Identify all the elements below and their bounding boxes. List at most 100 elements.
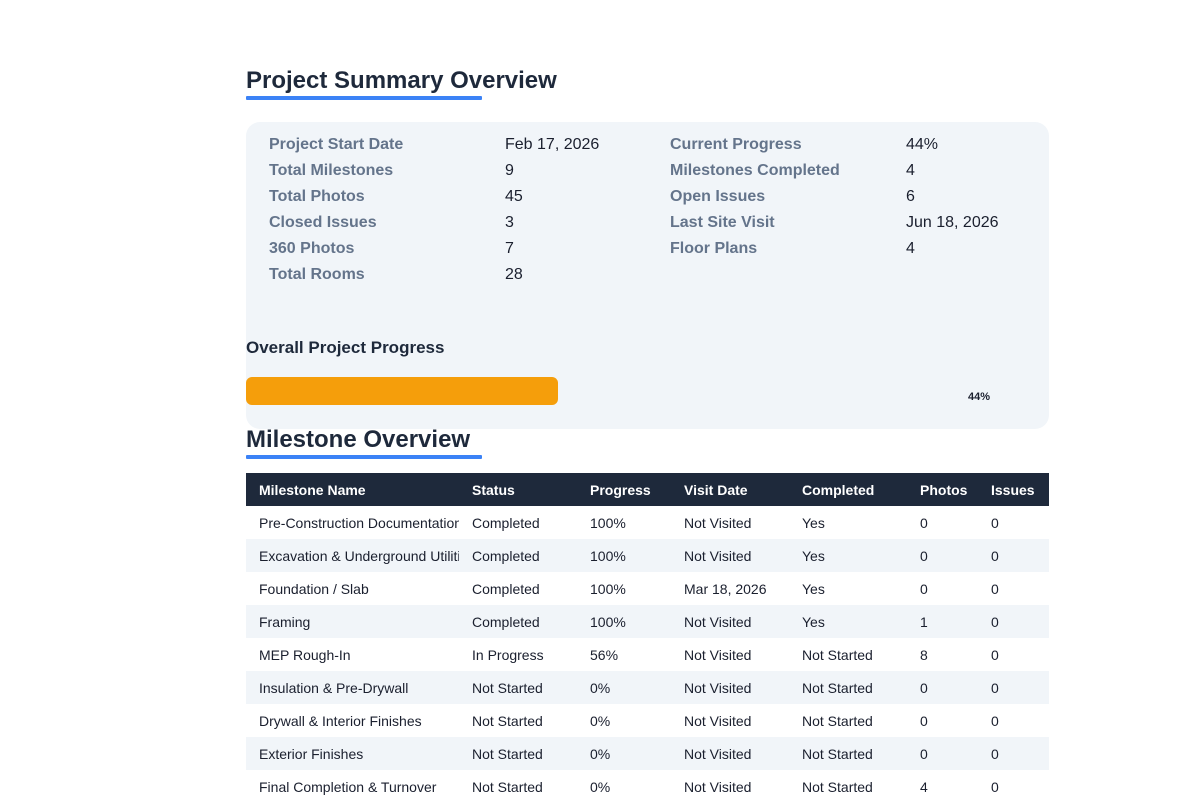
cell-completed: Not Started <box>802 646 873 663</box>
column-header-milestone-name: Milestone Name <box>246 473 459 506</box>
column-header-progress: Progress <box>577 473 671 506</box>
cell-status: Completed <box>472 514 540 531</box>
cell-visit-date: Not Visited <box>671 605 789 638</box>
cell-status: In Progress <box>472 646 544 663</box>
cell-progress: 100% <box>590 580 626 597</box>
summary-value: 3 <box>505 214 514 231</box>
summary-title-underline <box>246 96 482 100</box>
cell-issues: 0 <box>978 539 1049 572</box>
table-row: Pre-Construction Documentation Completed 1… <box>246 506 1049 539</box>
summary-title: Project Summary Overview <box>246 67 557 94</box>
table-row: Foundation / Slab Completed 100% Mar 18, 20… <box>246 572 1049 605</box>
table-row: Drywall & Interior Finishes Not Started 0%… <box>246 704 1049 737</box>
cell-photos: 4 <box>920 778 928 795</box>
cell-milestone-name: Insulation & Pre-Drywall <box>246 671 459 704</box>
cell-progress: 0% <box>590 778 611 795</box>
summary-label: 360 Photos <box>269 240 355 257</box>
summary-value: 9 <box>505 162 514 179</box>
column-header-visit-date: Visit Date <box>671 473 789 506</box>
cell-milestone-name: Pre-Construction Documentation <box>259 514 459 531</box>
cell-issues: 0 <box>978 605 1049 638</box>
cell-milestone-name: Drywall & Interior Finishes <box>259 712 422 729</box>
cell-visit-date: Not Visited <box>684 778 752 795</box>
cell-milestone-name: MEP Rough-In <box>259 646 351 663</box>
column-header-photos: Photos <box>907 473 978 506</box>
report-page: Project Summary Overview Project Start D… <box>0 0 1200 800</box>
milestone-title: Milestone Overview <box>246 426 471 453</box>
cell-progress: 0% <box>590 712 611 729</box>
cell-photos: 0 <box>907 737 978 770</box>
cell-progress: 100% <box>577 539 671 572</box>
table-row: Exterior Finishes Not Started 0% Not Visite… <box>246 737 1049 770</box>
summary-value: 44% <box>906 136 939 153</box>
cell-completed: Not Started <box>789 671 907 704</box>
cell-milestone-name: Excavation & Underground Utilities <box>246 539 459 572</box>
cell-progress: 100% <box>577 605 671 638</box>
cell-completed: Yes <box>789 539 907 572</box>
cell-milestone-name: Framing <box>246 605 459 638</box>
summary-label: Closed Issues <box>269 214 377 231</box>
cell-progress: 0% <box>577 671 671 704</box>
cell-status: Not Started <box>459 737 577 770</box>
cell-completed: Yes <box>802 514 825 531</box>
cell-completed: Yes <box>802 580 825 597</box>
column-header-issues: Issues <box>978 473 1049 506</box>
summary-card: Project Start Date Feb 17, 2026 Total Mi… <box>246 122 1049 429</box>
cell-progress: 56% <box>590 646 619 663</box>
cell-visit-date: Mar 18, 2026 <box>684 580 767 597</box>
cell-visit-date: Not Visited <box>671 671 789 704</box>
summary-value: Jun 18, 2026 <box>906 214 999 231</box>
cell-visit-date: Not Visited <box>684 646 752 663</box>
cell-completed: Not Started <box>802 778 873 795</box>
cell-photos: 0 <box>907 671 978 704</box>
cell-progress: 100% <box>590 514 626 531</box>
summary-label: Floor Plans <box>670 240 758 257</box>
summary-value: 4 <box>906 162 915 179</box>
column-header-completed: Completed <box>789 473 907 506</box>
cell-visit-date: Not Visited <box>671 737 789 770</box>
column-header-status: Status <box>459 473 577 506</box>
summary-label: Current Progress <box>670 136 802 153</box>
table-row: Final Completion & Turnover Not Started 0%… <box>246 770 1049 800</box>
progress-percent: 44% <box>968 391 991 403</box>
cell-issues: 0 <box>978 671 1049 704</box>
summary-value: 4 <box>906 240 915 257</box>
progress-heading: Overall Project Progress <box>246 338 445 357</box>
progress-bar <box>246 377 954 405</box>
cell-photos: 8 <box>920 646 928 663</box>
cell-photos: 0 <box>920 514 928 531</box>
cell-milestone-name: Foundation / Slab <box>259 580 369 597</box>
cell-visit-date: Not Visited <box>684 712 752 729</box>
table-row: Excavation & Underground Utilities Comple… <box>246 539 1049 572</box>
summary-label: Total Photos <box>269 188 365 205</box>
table-header-row: Milestone Name Status Progress Visit Dat… <box>246 473 1049 506</box>
cell-completed: Yes <box>789 605 907 638</box>
cell-issues: 0 <box>991 580 999 597</box>
cell-issues: 0 <box>991 778 999 795</box>
cell-visit-date: Not Visited <box>684 514 752 531</box>
cell-completed: Not Started <box>802 712 873 729</box>
cell-milestone-name: Final Completion & Turnover <box>259 778 437 795</box>
cell-photos: 0 <box>920 580 928 597</box>
summary-label: Total Rooms <box>269 266 365 283</box>
progress-bar-fill <box>246 377 558 405</box>
cell-status: Not Started <box>459 671 577 704</box>
summary-label: Milestones Completed <box>670 162 840 179</box>
cell-visit-date: Not Visited <box>671 539 789 572</box>
summary-label: Open Issues <box>670 188 766 205</box>
cell-issues: 0 <box>991 646 999 663</box>
summary-value: 45 <box>505 188 523 205</box>
summary-label: Last Site Visit <box>670 214 775 231</box>
cell-completed: Not Started <box>789 737 907 770</box>
cell-status: Not Started <box>472 712 543 729</box>
milestone-title-underline <box>246 455 482 459</box>
table-row: Framing Completed 100% Not Visited Yes 1 0 <box>246 605 1049 638</box>
cell-status: Completed <box>459 539 577 572</box>
summary-value: 6 <box>906 188 915 205</box>
cell-issues: 0 <box>991 514 999 531</box>
summary-label: Total Milestones <box>269 162 394 179</box>
cell-photos: 0 <box>907 539 978 572</box>
cell-status: Completed <box>459 605 577 638</box>
summary-value: Feb 17, 2026 <box>505 136 600 153</box>
milestone-table: Milestone Name Status Progress Visit Dat… <box>246 473 1049 800</box>
